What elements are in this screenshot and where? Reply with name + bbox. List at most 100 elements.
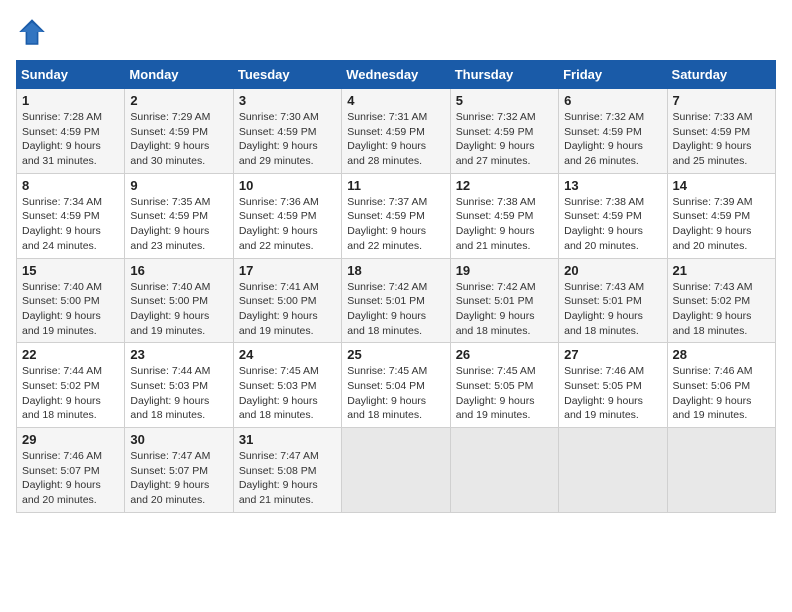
day-number: 2 bbox=[130, 93, 227, 108]
day-number: 4 bbox=[347, 93, 444, 108]
calendar-cell: 26 Sunrise: 7:45 AM Sunset: 5:05 PM Dayl… bbox=[450, 343, 558, 428]
day-info: Sunrise: 7:44 AM Sunset: 5:02 PM Dayligh… bbox=[22, 364, 119, 423]
day-info: Sunrise: 7:31 AM Sunset: 4:59 PM Dayligh… bbox=[347, 110, 444, 169]
calendar-cell: 14 Sunrise: 7:39 AM Sunset: 4:59 PM Dayl… bbox=[667, 173, 775, 258]
day-info: Sunrise: 7:40 AM Sunset: 5:00 PM Dayligh… bbox=[22, 280, 119, 339]
day-number: 16 bbox=[130, 263, 227, 278]
day-number: 25 bbox=[347, 347, 444, 362]
day-number: 30 bbox=[130, 432, 227, 447]
day-number: 8 bbox=[22, 178, 119, 193]
calendar-cell: 16 Sunrise: 7:40 AM Sunset: 5:00 PM Dayl… bbox=[125, 258, 233, 343]
calendar-cell: 19 Sunrise: 7:42 AM Sunset: 5:01 PM Dayl… bbox=[450, 258, 558, 343]
week-row-4: 22 Sunrise: 7:44 AM Sunset: 5:02 PM Dayl… bbox=[17, 343, 776, 428]
day-info: Sunrise: 7:37 AM Sunset: 4:59 PM Dayligh… bbox=[347, 195, 444, 254]
calendar-cell: 20 Sunrise: 7:43 AM Sunset: 5:01 PM Dayl… bbox=[559, 258, 667, 343]
logo-icon bbox=[16, 16, 48, 48]
day-info: Sunrise: 7:40 AM Sunset: 5:00 PM Dayligh… bbox=[130, 280, 227, 339]
day-info: Sunrise: 7:42 AM Sunset: 5:01 PM Dayligh… bbox=[347, 280, 444, 339]
day-info: Sunrise: 7:33 AM Sunset: 4:59 PM Dayligh… bbox=[673, 110, 770, 169]
day-info: Sunrise: 7:29 AM Sunset: 4:59 PM Dayligh… bbox=[130, 110, 227, 169]
calendar-cell bbox=[559, 428, 667, 513]
day-header-friday: Friday bbox=[559, 61, 667, 89]
calendar-cell: 28 Sunrise: 7:46 AM Sunset: 5:06 PM Dayl… bbox=[667, 343, 775, 428]
day-number: 9 bbox=[130, 178, 227, 193]
calendar-cell bbox=[342, 428, 450, 513]
week-row-3: 15 Sunrise: 7:40 AM Sunset: 5:00 PM Dayl… bbox=[17, 258, 776, 343]
day-number: 7 bbox=[673, 93, 770, 108]
day-info: Sunrise: 7:44 AM Sunset: 5:03 PM Dayligh… bbox=[130, 364, 227, 423]
day-info: Sunrise: 7:47 AM Sunset: 5:08 PM Dayligh… bbox=[239, 449, 336, 508]
day-number: 18 bbox=[347, 263, 444, 278]
day-header-thursday: Thursday bbox=[450, 61, 558, 89]
week-row-1: 1 Sunrise: 7:28 AM Sunset: 4:59 PM Dayli… bbox=[17, 89, 776, 174]
calendar-cell: 30 Sunrise: 7:47 AM Sunset: 5:07 PM Dayl… bbox=[125, 428, 233, 513]
calendar-cell: 5 Sunrise: 7:32 AM Sunset: 4:59 PM Dayli… bbox=[450, 89, 558, 174]
day-number: 10 bbox=[239, 178, 336, 193]
day-header-saturday: Saturday bbox=[667, 61, 775, 89]
day-info: Sunrise: 7:36 AM Sunset: 4:59 PM Dayligh… bbox=[239, 195, 336, 254]
day-number: 5 bbox=[456, 93, 553, 108]
day-number: 29 bbox=[22, 432, 119, 447]
day-info: Sunrise: 7:30 AM Sunset: 4:59 PM Dayligh… bbox=[239, 110, 336, 169]
calendar-cell: 3 Sunrise: 7:30 AM Sunset: 4:59 PM Dayli… bbox=[233, 89, 341, 174]
calendar-table: SundayMondayTuesdayWednesdayThursdayFrid… bbox=[16, 60, 776, 513]
day-number: 24 bbox=[239, 347, 336, 362]
calendar-cell: 4 Sunrise: 7:31 AM Sunset: 4:59 PM Dayli… bbox=[342, 89, 450, 174]
day-info: Sunrise: 7:32 AM Sunset: 4:59 PM Dayligh… bbox=[456, 110, 553, 169]
calendar-cell: 18 Sunrise: 7:42 AM Sunset: 5:01 PM Dayl… bbox=[342, 258, 450, 343]
calendar-cell bbox=[450, 428, 558, 513]
day-header-tuesday: Tuesday bbox=[233, 61, 341, 89]
calendar-cell: 23 Sunrise: 7:44 AM Sunset: 5:03 PM Dayl… bbox=[125, 343, 233, 428]
day-info: Sunrise: 7:46 AM Sunset: 5:06 PM Dayligh… bbox=[673, 364, 770, 423]
calendar-cell: 12 Sunrise: 7:38 AM Sunset: 4:59 PM Dayl… bbox=[450, 173, 558, 258]
calendar-cell: 21 Sunrise: 7:43 AM Sunset: 5:02 PM Dayl… bbox=[667, 258, 775, 343]
day-info: Sunrise: 7:42 AM Sunset: 5:01 PM Dayligh… bbox=[456, 280, 553, 339]
day-number: 19 bbox=[456, 263, 553, 278]
week-row-2: 8 Sunrise: 7:34 AM Sunset: 4:59 PM Dayli… bbox=[17, 173, 776, 258]
calendar-cell: 31 Sunrise: 7:47 AM Sunset: 5:08 PM Dayl… bbox=[233, 428, 341, 513]
day-header-sunday: Sunday bbox=[17, 61, 125, 89]
calendar-cell: 22 Sunrise: 7:44 AM Sunset: 5:02 PM Dayl… bbox=[17, 343, 125, 428]
calendar-cell: 8 Sunrise: 7:34 AM Sunset: 4:59 PM Dayli… bbox=[17, 173, 125, 258]
day-info: Sunrise: 7:43 AM Sunset: 5:02 PM Dayligh… bbox=[673, 280, 770, 339]
calendar-cell: 17 Sunrise: 7:41 AM Sunset: 5:00 PM Dayl… bbox=[233, 258, 341, 343]
day-number: 27 bbox=[564, 347, 661, 362]
calendar-cell: 13 Sunrise: 7:38 AM Sunset: 4:59 PM Dayl… bbox=[559, 173, 667, 258]
day-number: 31 bbox=[239, 432, 336, 447]
day-info: Sunrise: 7:39 AM Sunset: 4:59 PM Dayligh… bbox=[673, 195, 770, 254]
calendar-cell: 24 Sunrise: 7:45 AM Sunset: 5:03 PM Dayl… bbox=[233, 343, 341, 428]
day-info: Sunrise: 7:43 AM Sunset: 5:01 PM Dayligh… bbox=[564, 280, 661, 339]
week-row-5: 29 Sunrise: 7:46 AM Sunset: 5:07 PM Dayl… bbox=[17, 428, 776, 513]
calendar-cell: 11 Sunrise: 7:37 AM Sunset: 4:59 PM Dayl… bbox=[342, 173, 450, 258]
days-header-row: SundayMondayTuesdayWednesdayThursdayFrid… bbox=[17, 61, 776, 89]
day-number: 14 bbox=[673, 178, 770, 193]
calendar-cell: 1 Sunrise: 7:28 AM Sunset: 4:59 PM Dayli… bbox=[17, 89, 125, 174]
day-number: 26 bbox=[456, 347, 553, 362]
day-number: 21 bbox=[673, 263, 770, 278]
day-number: 22 bbox=[22, 347, 119, 362]
calendar-cell: 7 Sunrise: 7:33 AM Sunset: 4:59 PM Dayli… bbox=[667, 89, 775, 174]
calendar-cell: 15 Sunrise: 7:40 AM Sunset: 5:00 PM Dayl… bbox=[17, 258, 125, 343]
calendar-cell: 6 Sunrise: 7:32 AM Sunset: 4:59 PM Dayli… bbox=[559, 89, 667, 174]
calendar-cell bbox=[667, 428, 775, 513]
day-info: Sunrise: 7:32 AM Sunset: 4:59 PM Dayligh… bbox=[564, 110, 661, 169]
day-number: 13 bbox=[564, 178, 661, 193]
day-number: 12 bbox=[456, 178, 553, 193]
day-number: 15 bbox=[22, 263, 119, 278]
day-info: Sunrise: 7:28 AM Sunset: 4:59 PM Dayligh… bbox=[22, 110, 119, 169]
page-header bbox=[16, 16, 776, 48]
day-info: Sunrise: 7:38 AM Sunset: 4:59 PM Dayligh… bbox=[456, 195, 553, 254]
day-info: Sunrise: 7:47 AM Sunset: 5:07 PM Dayligh… bbox=[130, 449, 227, 508]
calendar-cell: 25 Sunrise: 7:45 AM Sunset: 5:04 PM Dayl… bbox=[342, 343, 450, 428]
calendar-cell: 2 Sunrise: 7:29 AM Sunset: 4:59 PM Dayli… bbox=[125, 89, 233, 174]
day-number: 1 bbox=[22, 93, 119, 108]
day-info: Sunrise: 7:45 AM Sunset: 5:05 PM Dayligh… bbox=[456, 364, 553, 423]
day-header-wednesday: Wednesday bbox=[342, 61, 450, 89]
day-info: Sunrise: 7:41 AM Sunset: 5:00 PM Dayligh… bbox=[239, 280, 336, 339]
day-info: Sunrise: 7:45 AM Sunset: 5:03 PM Dayligh… bbox=[239, 364, 336, 423]
day-number: 28 bbox=[673, 347, 770, 362]
day-header-monday: Monday bbox=[125, 61, 233, 89]
day-number: 23 bbox=[130, 347, 227, 362]
calendar-cell: 10 Sunrise: 7:36 AM Sunset: 4:59 PM Dayl… bbox=[233, 173, 341, 258]
day-info: Sunrise: 7:45 AM Sunset: 5:04 PM Dayligh… bbox=[347, 364, 444, 423]
